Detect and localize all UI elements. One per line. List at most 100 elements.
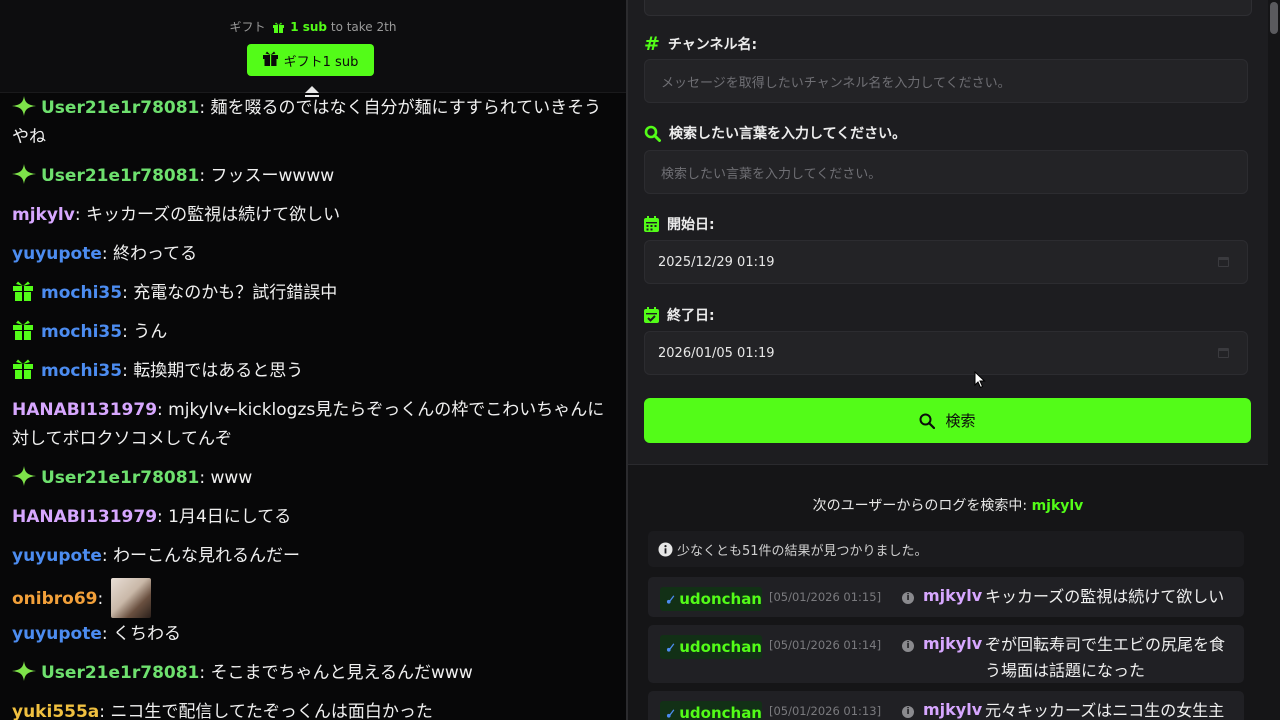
chat-text: : 1月4日にしてる	[157, 507, 292, 527]
search-button[interactable]: 検索	[644, 398, 1251, 443]
chat-username[interactable]: mochi35	[41, 322, 122, 342]
chat-message: yuyupote: わーこんな見れるんだー	[12, 542, 612, 571]
chat-text: : フッスーwwww	[199, 166, 335, 186]
chat-text: : わーこんな見れるんだー	[101, 546, 301, 566]
chat-message: User21e1r78081: 麺を啜るのではなく自分が麺にすすられていきそうや…	[12, 94, 612, 152]
search-icon	[919, 413, 936, 429]
chat-text: : 充電なのかも？試行錯誤中	[122, 283, 338, 303]
channel-label-text: チャンネル名:	[667, 37, 758, 53]
gift-promo-text: ギフト 1 sub to take 2th	[0, 18, 626, 36]
chat-text: :	[97, 589, 109, 609]
info-icon[interactable]: i	[902, 706, 914, 718]
previous-field-input[interactable]	[644, 0, 1252, 16]
chat-message: yuyupote: 終わってる	[12, 240, 612, 269]
result-message: キッカーズの監視は続けて欲しい	[985, 587, 1225, 606]
results-heading-user: mjkylv	[1031, 498, 1084, 514]
chat-username[interactable]: mjkylv	[12, 205, 75, 225]
chat-message: yuki555a: ニコ生で配信してたぞっくんは面白かった	[12, 698, 612, 720]
chat-username[interactable]: User21e1r78081	[41, 663, 199, 683]
info-icon[interactable]: i	[902, 640, 914, 652]
gift-badge-icon	[12, 281, 36, 301]
result-channel-name: udonchan	[679, 590, 762, 608]
result-channel[interactable]: udonchan	[660, 635, 762, 659]
result-timestamp: [05/01/2026 01:13]	[769, 704, 882, 718]
end-date-label-text: 終了日:	[667, 308, 715, 324]
chat-username[interactable]: HANABI131979	[12, 400, 157, 420]
channel-label: # チャンネル名:	[644, 33, 757, 55]
date-picker-icon[interactable]	[1218, 257, 1229, 267]
chat-text: : www	[199, 468, 253, 488]
chat-message: mochi35: うん	[12, 318, 612, 347]
calendar-icon	[644, 216, 659, 232]
chat-message: mochi35: 転換期ではあると思う	[12, 357, 612, 386]
chat-username[interactable]: onibro69	[12, 589, 98, 609]
chat-username[interactable]: yuyupote	[12, 244, 102, 264]
gift-icon	[273, 22, 285, 36]
start-date-label-text: 開始日:	[667, 217, 715, 233]
result-row[interactable]: udonchan [05/01/2026 01:14] i mjkylv ぞが回転寿司で…	[648, 625, 1244, 683]
sparkle-badge-icon	[12, 661, 36, 681]
chat-username[interactable]: HANABI131979	[12, 507, 157, 527]
sparkle-badge-icon	[12, 96, 36, 116]
chat-username[interactable]: mochi35	[41, 361, 122, 381]
scrollbar-thumb[interactable]	[1270, 2, 1278, 34]
gift-prefix: ギフト	[229, 20, 266, 34]
result-channel[interactable]: udonchan	[660, 587, 762, 611]
results-heading: 次のユーザーからのログを検索中: mjkylv	[628, 495, 1268, 515]
result-channel-name: udonchan	[679, 704, 762, 720]
gift-icon	[262, 51, 278, 70]
info-icon	[658, 542, 673, 556]
result-row[interactable]: udonchan [05/01/2026 01:13] i mjkylv 元々キッカーズ…	[648, 691, 1244, 720]
kick-channel-icon	[666, 595, 675, 604]
results-count-text: 少なくとも51件の結果が見つかりました。	[677, 543, 928, 559]
sparkle-badge-icon	[12, 466, 36, 486]
chat-username[interactable]: User21e1r78081	[41, 166, 199, 186]
chat-text: : 転換期ではあると思う	[122, 361, 304, 381]
result-channel[interactable]: udonchan	[660, 701, 762, 720]
result-channel-name: udonchan	[679, 638, 762, 656]
start-date-value: 2025/12/29 01:19	[658, 254, 775, 270]
chat-username[interactable]: mochi35	[41, 283, 122, 303]
chat-username[interactable]: yuyupote	[12, 546, 102, 566]
page-scrollbar[interactable]	[1268, 0, 1280, 720]
keyword-label-text: 検索したい言葉を入力してください。	[669, 126, 907, 142]
chat-username[interactable]: yuki555a	[12, 702, 99, 720]
calendar-check-icon	[644, 307, 659, 323]
chat-message: HANABI131979: 1月4日にしてる	[12, 503, 612, 532]
chat-username[interactable]: yuyupote	[12, 624, 102, 644]
sparkle-badge-icon	[12, 164, 36, 184]
gift-suffix: to take 2th	[330, 20, 397, 34]
start-date-label: 開始日:	[644, 214, 715, 234]
channel-name-input[interactable]: メッセージを取得したいチャンネル名を入力してください。	[644, 59, 1248, 103]
result-row[interactable]: udonchan [05/01/2026 01:15] i mjkylv キッカーズの監…	[648, 577, 1244, 617]
gift-badge-icon	[12, 359, 36, 379]
gift-sub-count: 1 sub	[290, 20, 328, 34]
result-message: 元々キッカーズはニコ生の女生主へ	[985, 701, 1225, 720]
result-timestamp: [05/01/2026 01:15]	[769, 590, 882, 604]
info-icon[interactable]: i	[902, 592, 914, 604]
keyword-input[interactable]: 検索したい言葉を入力してください。	[644, 150, 1248, 194]
chat-message: User21e1r78081: フッスーwwww	[12, 162, 612, 191]
chat-username[interactable]: User21e1r78081	[41, 468, 199, 488]
end-date-label: 終了日:	[644, 305, 715, 325]
chat-pane: ギフト 1 sub to take 2th ギフト1 sub User21e1r…	[0, 0, 626, 720]
result-message: ぞが回転寿司で生エビの尻尾を食う場面は話題になった	[985, 635, 1226, 680]
gift-sub-button[interactable]: ギフト1 sub	[247, 44, 374, 76]
search-button-label: 検索	[945, 412, 976, 430]
kick-channel-icon	[666, 643, 675, 652]
result-username[interactable]: mjkylv	[923, 586, 982, 605]
gift-badge-icon	[12, 320, 36, 340]
result-username[interactable]: mjkylv	[923, 634, 982, 653]
end-date-input[interactable]: 2026/01/05 01:19	[644, 331, 1248, 375]
end-date-value: 2026/01/05 01:19	[658, 345, 775, 361]
kick-channel-icon	[666, 709, 675, 718]
channel-placeholder: メッセージを取得したいチャンネル名を入力してください。	[661, 75, 1011, 91]
chat-username[interactable]: User21e1r78081	[41, 98, 199, 118]
chat-text: : そこまでちゃんと見えるんだwww	[199, 663, 473, 683]
log-search-panel: # チャンネル名: メッセージを取得したいチャンネル名を入力してください。 検索…	[628, 0, 1268, 720]
result-username[interactable]: mjkylv	[923, 700, 982, 719]
start-date-input[interactable]: 2025/12/29 01:19	[644, 240, 1248, 284]
date-picker-icon[interactable]	[1218, 348, 1229, 358]
gift-banner: ギフト 1 sub to take 2th ギフト1 sub	[0, 0, 626, 97]
chat-text: : ニコ生で配信してたぞっくんは面白かった	[99, 702, 433, 720]
